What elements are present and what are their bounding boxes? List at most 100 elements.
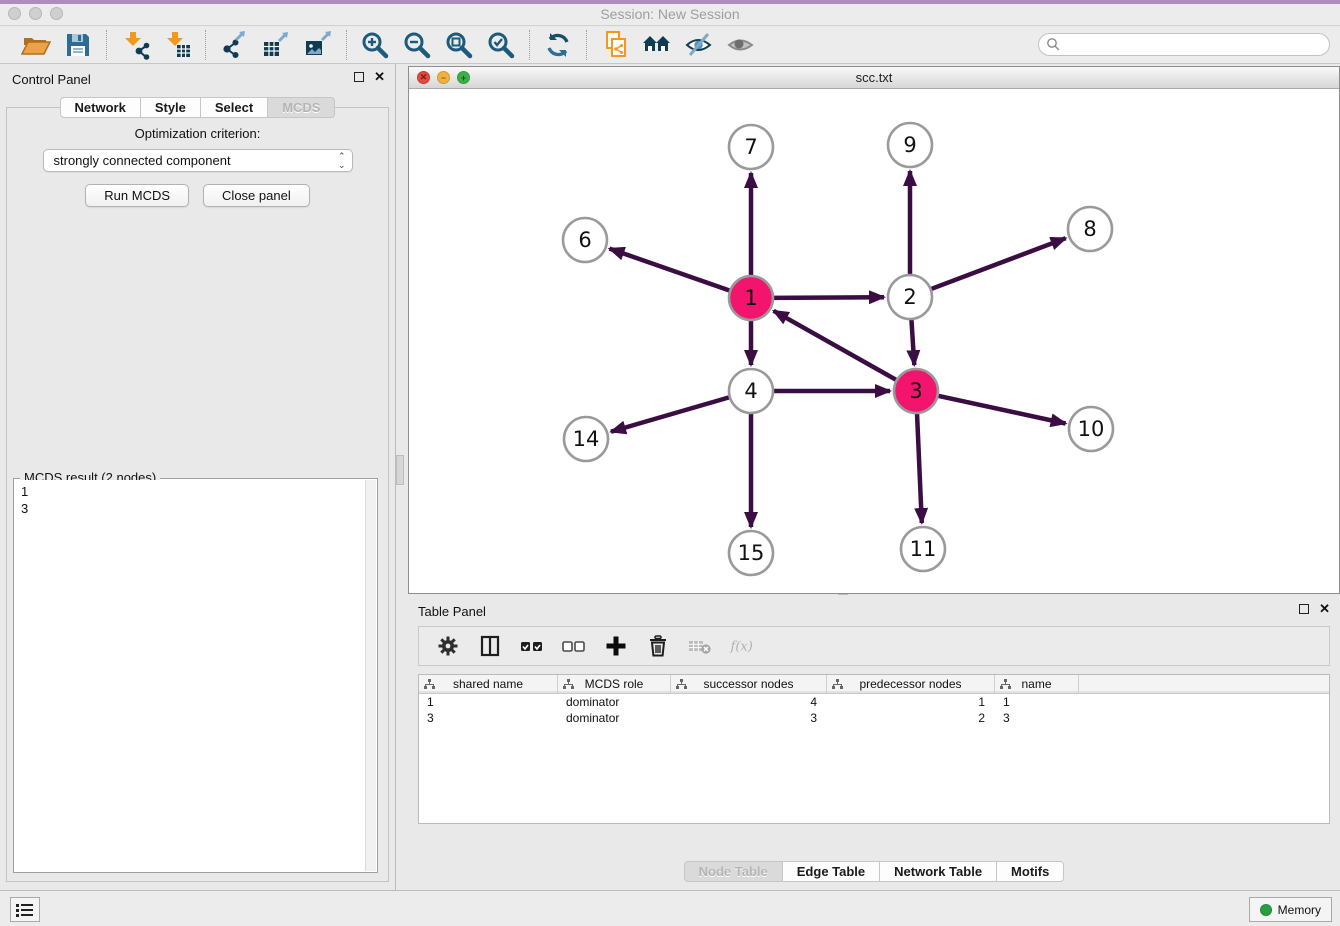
edge-3-1[interactable] [774, 311, 897, 380]
edge-3-10[interactable] [938, 396, 1066, 424]
tab-select[interactable]: Select [201, 97, 268, 118]
float-panel-icon[interactable] [354, 72, 364, 82]
table-cell: 4 [671, 694, 827, 710]
table-cell: 3 [671, 710, 827, 726]
graph-node-4[interactable]: 4 [729, 369, 773, 413]
unselect-all-columns-icon[interactable] [561, 633, 587, 659]
graph-node-1[interactable]: 1 [729, 276, 773, 320]
status-bar: Memory [0, 890, 1340, 926]
svg-text:9: 9 [903, 133, 916, 157]
graph-node-9[interactable]: 9 [888, 123, 932, 167]
home-view-icon[interactable] [641, 29, 673, 61]
svg-text:6: 6 [578, 228, 591, 252]
column-header-successor-nodes[interactable]: successor nodes [671, 675, 827, 693]
svg-text:11: 11 [910, 537, 937, 561]
graph-node-8[interactable]: 8 [1068, 207, 1112, 251]
column-header-predecessor-nodes[interactable]: predecessor nodes [827, 675, 995, 693]
edge-2-3[interactable] [911, 319, 914, 365]
network-canvas[interactable]: 7 9 6 8 1 2 4 3 14 10 15 11 [409, 89, 1339, 593]
table-row[interactable]: 1dominator411 [419, 694, 1329, 710]
function-builder-icon: f(x) [729, 633, 755, 659]
memory-status-icon [1260, 904, 1272, 916]
table-panel-header: Table Panel ✕ [408, 596, 1340, 626]
network-snapshot-icon[interactable] [599, 29, 631, 61]
criterion-dropdown[interactable]: strongly connected component ⌃⌄ [43, 149, 353, 172]
mcds-result-text[interactable]: 1 3 [15, 480, 365, 871]
svg-text:1: 1 [744, 286, 757, 310]
tab-network[interactable]: Network [60, 97, 141, 118]
application-window: Session: New Session Control Panel ✕ Net… [0, 0, 1340, 926]
table-cell: 3 [419, 710, 558, 726]
show-all-icon[interactable] [725, 29, 757, 61]
run-mcds-button[interactable]: Run MCDS [85, 184, 189, 207]
column-type-icon [832, 679, 843, 690]
network-window-title: scc.txt [409, 70, 1339, 85]
import-table-icon[interactable] [161, 29, 193, 61]
close-table-panel-icon[interactable]: ✕ [1319, 604, 1330, 614]
edge-1-2[interactable] [773, 297, 884, 298]
criterion-dropdown-value: strongly connected component [54, 153, 231, 168]
network-view-window: ✕ − + scc.txt 7 9 6 8 1 2 4 3 14 10 15 11 [408, 66, 1340, 594]
result-scrollbar[interactable] [365, 480, 376, 871]
column-type-icon [424, 679, 435, 690]
column-type-icon [676, 679, 687, 690]
delete-column-icon[interactable] [645, 633, 671, 659]
zoom-in-icon[interactable] [359, 29, 391, 61]
dropdown-arrows-icon: ⌃⌄ [338, 152, 346, 170]
graph-node-10[interactable]: 10 [1069, 407, 1113, 451]
zoom-out-icon[interactable] [401, 29, 433, 61]
task-history-button[interactable] [10, 897, 40, 922]
save-session-icon[interactable] [62, 29, 94, 61]
zoom-selected-icon[interactable] [485, 29, 517, 61]
import-network-icon[interactable] [119, 29, 151, 61]
graph-node-11[interactable]: 11 [901, 527, 945, 571]
tab-edge-table[interactable]: Edge Table [783, 861, 880, 882]
export-network-icon[interactable] [218, 29, 250, 61]
open-session-icon[interactable] [20, 29, 52, 61]
table-row[interactable]: 3dominator323 [419, 710, 1329, 726]
edge-4-14[interactable] [611, 397, 730, 432]
main-toolbar [0, 27, 1340, 64]
edge-3-11[interactable] [917, 413, 922, 523]
titlebar-accent [0, 0, 1340, 4]
titlebar: Session: New Session [0, 0, 1340, 26]
tab-network-table[interactable]: Network Table [880, 861, 997, 882]
search-field[interactable] [1038, 33, 1330, 56]
table-cell: dominator [558, 694, 671, 710]
column-header-MCDS-role[interactable]: MCDS role [558, 675, 671, 693]
table-settings-icon[interactable] [435, 633, 461, 659]
node-table: shared nameMCDS rolesuccessor nodesprede… [418, 674, 1330, 824]
close-panel-icon[interactable]: ✕ [374, 72, 385, 82]
graph-node-6[interactable]: 6 [563, 218, 607, 262]
graph-node-7[interactable]: 7 [729, 125, 773, 169]
add-column-icon[interactable] [603, 633, 629, 659]
tab-node-table[interactable]: Node Table [684, 861, 783, 882]
edge-2-8[interactable] [931, 238, 1066, 289]
vertical-splitter-grip[interactable] [396, 455, 404, 485]
hide-selected-icon[interactable] [683, 29, 715, 61]
search-input[interactable] [1038, 33, 1330, 56]
control-panel: Control Panel ✕ NetworkStyleSelectMCDS O… [0, 64, 396, 890]
column-header-name[interactable]: name [995, 675, 1079, 693]
column-header-shared-name[interactable]: shared name [419, 675, 558, 693]
memory-button[interactable]: Memory [1249, 897, 1332, 922]
tab-mcds[interactable]: MCDS [268, 97, 335, 118]
float-table-panel-icon[interactable] [1299, 604, 1309, 614]
refresh-icon[interactable] [542, 29, 574, 61]
close-panel-button[interactable]: Close panel [203, 184, 310, 207]
graph-node-15[interactable]: 15 [729, 531, 773, 575]
graph-node-2[interactable]: 2 [888, 275, 932, 319]
zoom-fit-icon[interactable] [443, 29, 475, 61]
graph-node-14[interactable]: 14 [564, 417, 608, 461]
graph-node-3[interactable]: 3 [894, 369, 938, 413]
table-panel-title: Table Panel [418, 604, 486, 619]
tab-style[interactable]: Style [141, 97, 201, 118]
svg-text:f(x): f(x) [730, 640, 753, 655]
export-table-icon[interactable] [260, 29, 292, 61]
edge-1-6[interactable] [610, 249, 731, 291]
export-image-icon[interactable] [302, 29, 334, 61]
tab-motifs[interactable]: Motifs [997, 861, 1064, 882]
show-columns-icon[interactable] [477, 633, 503, 659]
network-window-titlebar[interactable]: ✕ − + scc.txt [409, 67, 1339, 89]
select-all-columns-icon[interactable] [519, 633, 545, 659]
